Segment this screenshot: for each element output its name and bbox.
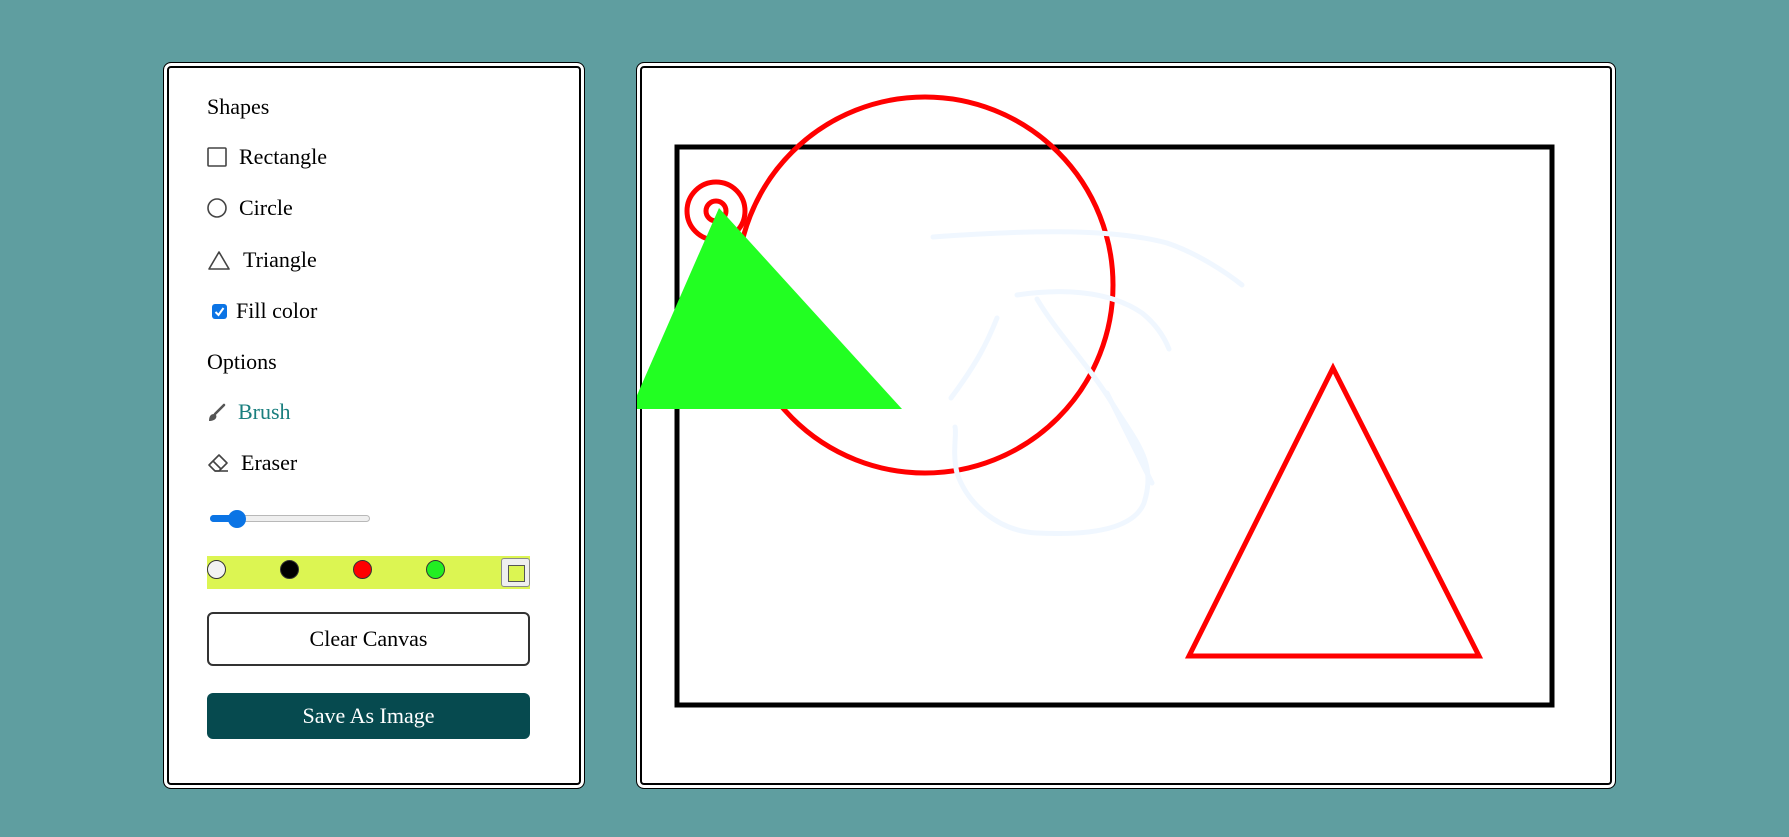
save-as-image-button[interactable]: Save As Image [207,693,530,739]
brush-size-slider[interactable] [210,508,370,528]
slider-thumb[interactable] [228,510,246,528]
fill-color-label: Fill color [236,298,318,323]
custom-color-picker[interactable] [501,558,530,587]
eraser-icon [208,454,228,472]
eraser-option[interactable]: Eraser [207,450,297,476]
color-swatch-red[interactable] [353,560,372,579]
shape-option-label: Circle [239,195,293,220]
color-swatch-white[interactable] [207,560,226,579]
shape-option-rectangle[interactable]: Rectangle [207,144,327,170]
options-title: Options [207,349,277,374]
triangle-icon [208,251,230,270]
brush-option[interactable]: Brush [207,399,291,425]
circle-icon [207,198,227,218]
color-swatch-green[interactable] [426,560,445,579]
color-swatch-black[interactable] [280,560,299,579]
brush-icon [209,403,226,421]
fill-color-toggle[interactable]: Fill color [207,298,317,324]
square-icon [207,147,227,167]
shape-option-label: Rectangle [239,144,327,169]
shapes-title: Shapes [207,94,270,119]
drawn-rectangle [674,144,1555,708]
brush-label: Brush [238,399,291,424]
fill-color-checkbox[interactable] [212,303,227,319]
color-palette [207,556,530,589]
checkmark-icon [214,306,225,317]
shape-option-circle[interactable]: Circle [207,195,293,221]
shape-option-triangle[interactable]: Triangle [207,247,317,273]
shape-option-label: Triangle [243,247,317,272]
custom-color-chip [508,565,525,582]
drawn-outline-triangle [1184,362,1484,659]
clear-canvas-button[interactable]: Clear Canvas [207,612,530,666]
drawn-big-circle [734,94,1116,476]
eraser-label: Eraser [241,450,298,475]
canvas-drawing [637,94,1555,708]
tools-panel: Shapes Rectangle Circle Triangle Fill co… [163,62,585,789]
drawing-canvas[interactable] [636,62,1616,789]
